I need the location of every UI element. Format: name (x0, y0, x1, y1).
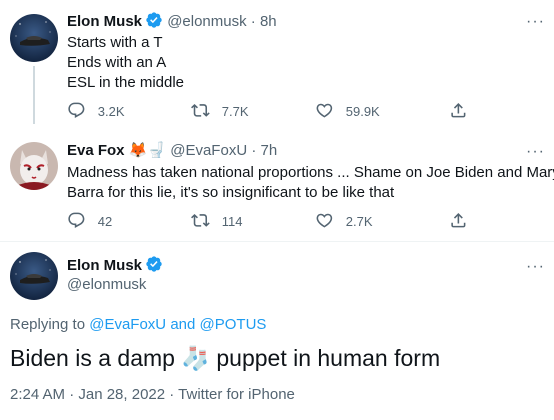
reply-count: 42 (97, 214, 113, 230)
thread-connector (33, 66, 35, 124)
tweet-text-part: Biden is a damp (10, 345, 175, 371)
mention-link[interactable]: @POTUS (200, 316, 267, 333)
reply-icon (67, 211, 86, 233)
like-count: 59.9K (345, 104, 380, 120)
tweet-actions: 42 114 2.7K (67, 211, 487, 231)
more-options-icon[interactable]: ··· (526, 14, 545, 30)
tweet-text-part: puppet in human form (216, 345, 441, 371)
retweet-count: 114 (221, 214, 243, 230)
divider (0, 241, 554, 242)
author-name-text[interactable]: Elon Musk (67, 257, 142, 274)
replying-to: Replying to @EvaFoxU and @POTUS (10, 315, 266, 335)
like-button[interactable]: 2.7K (315, 211, 373, 233)
tweet-line: Starts with a T (67, 34, 163, 51)
avatar-elon-focus[interactable] (10, 252, 58, 300)
share-button[interactable] (449, 101, 468, 123)
more-options-icon[interactable]: ··· (526, 259, 545, 275)
retweet-icon (191, 101, 210, 123)
tweet-header: Elon Musk @elonmusk · 8h (67, 11, 277, 35)
retweet-count: 7.7K (221, 104, 249, 120)
like-count: 2.7K (345, 214, 373, 230)
avatar-eva[interactable] (10, 142, 58, 190)
tweet-time[interactable]: 7h (261, 142, 278, 159)
separator-dot: · (251, 142, 257, 159)
more-options-icon[interactable]: ··· (526, 144, 545, 160)
like-button[interactable]: 59.9K (315, 101, 380, 123)
tweet-line: Barra for this lie, it's so insignifican… (67, 184, 395, 201)
reply-button[interactable]: 42 (67, 211, 112, 233)
author-name[interactable]: Eva Fox (67, 142, 125, 159)
tweet-header: Eva Fox 🦊🚽 @EvaFoxU · 7h (67, 141, 277, 161)
tweet-text: Madness has taken national proportions .… (67, 163, 554, 203)
share-icon (449, 101, 468, 123)
retweet-icon (191, 211, 210, 233)
socks-emoji-icon: 🧦 (181, 345, 210, 371)
retweet-button[interactable]: 114 (191, 211, 242, 233)
tweet-line: ESL in the middle (67, 74, 185, 91)
author-name[interactable]: Elon Musk (67, 13, 142, 30)
reply-button[interactable]: 3.2K (67, 101, 125, 123)
retweet-button[interactable]: 7.7K (191, 101, 249, 123)
author-handle[interactable]: @elonmusk (67, 275, 146, 295)
heart-icon (315, 101, 334, 123)
author-handle[interactable]: @EvaFoxU (170, 142, 247, 159)
share-icon (449, 211, 468, 233)
tweet-time[interactable]: 8h (260, 13, 277, 30)
separator-dot: · (250, 13, 256, 30)
replying-prefix: Replying to (10, 316, 86, 333)
tweet-line: Ends with an A (67, 54, 167, 71)
heart-icon (315, 211, 334, 233)
reply-icon (67, 101, 86, 123)
tweet-line: Madness has taken national proportions .… (67, 164, 554, 181)
tweet-text: Starts with a T Ends with an A ESL in th… (67, 33, 184, 93)
verified-badge-icon (145, 255, 163, 279)
reply-count: 3.2K (97, 104, 125, 120)
focused-tweet-text: Biden is a damp 🧦 puppet in human form (10, 344, 440, 372)
mention-and[interactable]: and (170, 316, 195, 333)
tweet-timestamp[interactable]: 2:24 AM · Jan 28, 2022 · Twitter for iPh… (10, 385, 295, 405)
name-emoji: 🦊🚽 (128, 142, 167, 159)
avatar-elon[interactable] (10, 14, 58, 62)
author-handle[interactable]: @elonmusk (167, 13, 246, 30)
share-button[interactable] (449, 211, 468, 233)
tweet-actions: 3.2K 7.7K 59.9K (67, 101, 487, 121)
verified-badge-icon (145, 11, 163, 35)
mention-link[interactable]: @EvaFoxU (89, 316, 166, 333)
